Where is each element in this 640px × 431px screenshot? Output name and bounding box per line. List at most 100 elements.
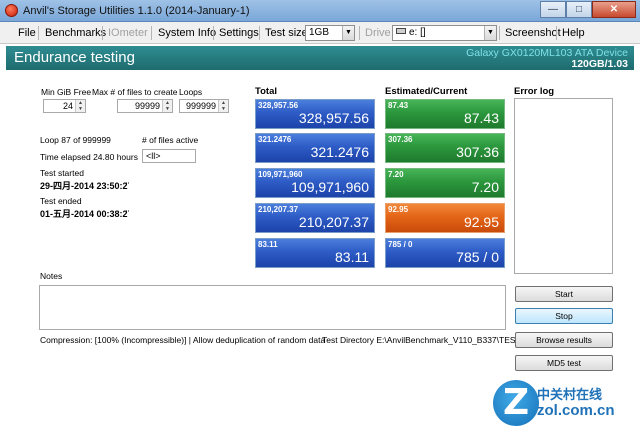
test-started-value: 29-四月-2014 23:50:2̈ (40, 181, 128, 191)
tile-small-value: 328,957.56 (258, 101, 299, 110)
min-free-stepper[interactable]: 24 ▲ ▼ (43, 99, 86, 113)
page-title: Endurance testing (14, 49, 135, 66)
error-log-header: Error log (514, 86, 555, 97)
loops-value: 999999 (185, 101, 216, 111)
drive-select[interactable]: e: [] ▼ (392, 25, 497, 41)
total-tile: 210,207.37 210,207.37 (255, 203, 375, 233)
tile-big-value: 87.43 (463, 110, 499, 126)
test-ended-value: 01-五月-2014 00:38:2̈ (40, 209, 128, 219)
max-files-stepper[interactable]: 99999 ▲ ▼ (117, 99, 173, 113)
tile-small-value: 83.11 (258, 240, 278, 249)
menu-separator (556, 26, 557, 40)
notes-label: Notes (40, 271, 63, 281)
tile-big-value: 83.11 (335, 249, 369, 265)
test-started-label: Test started (40, 168, 84, 178)
stop-button[interactable]: Stop (515, 308, 613, 324)
chevron-down-icon: ▼ (78, 106, 83, 112)
menu-separator (38, 26, 39, 40)
min-free-value: 24 (62, 101, 73, 111)
elapsed-time: Time elapsed 24.80 hours (40, 152, 138, 162)
browse-results-button[interactable]: Browse results (515, 332, 613, 348)
compression-info: Compression: [100% (Incompressible)] | A… (40, 335, 326, 345)
estimated-tile: 785 / 0 785 / 0 (385, 238, 505, 268)
total-column-header: Total (255, 86, 277, 97)
tile-big-value: 109,971,960 (291, 179, 369, 195)
notes-textarea[interactable] (39, 285, 506, 330)
app-icon (5, 4, 18, 17)
estimated-tile: 87.43 87.43 (385, 99, 505, 129)
chevron-down-icon: ▼ (165, 106, 170, 112)
menu-separator (259, 26, 260, 40)
estimated-column-header: Estimated/Current (385, 86, 468, 97)
tile-big-value: 307.36 (456, 144, 499, 160)
menu-file[interactable]: File (14, 25, 40, 41)
estimated-tile: 92.95 92.95 (385, 203, 505, 233)
tile-big-value: 92.95 (463, 214, 499, 230)
tile-big-value: 210,207.37 (298, 214, 369, 230)
test-ended-label: Test ended (40, 196, 82, 206)
watermark-cn: 中关村在线 (537, 387, 603, 402)
loops-stepper[interactable]: 999999 ▲ ▼ (179, 99, 229, 113)
loop-counter: Loop 87 of 999999 (40, 135, 111, 145)
menu-separator (359, 26, 360, 40)
start-button[interactable]: Start (515, 286, 613, 302)
menu-benchmarks[interactable]: Benchmarks (41, 25, 110, 41)
menu-settings[interactable]: Settings (215, 25, 263, 41)
tile-small-value: 210,207.37 (258, 205, 299, 214)
window-title: Anvil's Storage Utilities 1.1.0 (2014-Ja… (23, 5, 250, 17)
menu-help[interactable]: Help (558, 25, 589, 41)
total-tile: 83.11 83.11 (255, 238, 375, 268)
tile-big-value: 785 / 0 (456, 249, 499, 265)
md5-test-button[interactable]: MD5 test (515, 355, 613, 371)
total-tile: 321.2476 321.2476 (255, 133, 375, 163)
menu-iometer[interactable]: IOmeter (104, 25, 152, 41)
estimated-tile: 307.36 307.36 (385, 133, 505, 163)
watermark-url: zol.com.cn (537, 402, 615, 419)
device-capacity: 120GB/1.03 (571, 58, 628, 70)
tile-big-value: 321.2476 (310, 144, 369, 160)
stepper-buttons[interactable]: ▲ ▼ (218, 100, 228, 112)
menu-separator (499, 26, 500, 40)
tile-big-value: 7.20 (471, 179, 499, 195)
chevron-down-icon: ▼ (484, 26, 496, 40)
title-bar: Anvil's Storage Utilities 1.1.0 (2014-Ja… (0, 0, 640, 22)
estimated-tile: 7.20 7.20 (385, 168, 505, 198)
close-button[interactable]: ✕ (592, 1, 636, 18)
test-size-select[interactable]: 1GB ▼ (305, 25, 355, 41)
test-size-value: 1GB (309, 27, 330, 38)
total-tile: 109,971,960 109,971,960 (255, 168, 375, 198)
tile-big-value: 328,957.56 (298, 110, 369, 126)
tile-small-value: 321.2476 (258, 135, 292, 144)
test-directory: Test Directory E:\AnvilBenchmark_V110_B3… (322, 335, 521, 345)
watermark: Z 中关村在线 zol.com.cn (493, 380, 638, 428)
total-tile: 328,957.56 328,957.56 (255, 99, 375, 129)
chevron-down-icon: ▼ (221, 106, 226, 112)
error-log-box[interactable] (514, 98, 613, 274)
minimize-button[interactable]: — (540, 1, 566, 18)
chevron-down-icon: ▼ (342, 26, 354, 40)
zol-logo-icon: Z (493, 380, 539, 426)
drive-label: Drive (365, 27, 391, 39)
files-active-field: <ll> (142, 149, 196, 163)
stepper-buttons[interactable]: ▲ ▼ (75, 100, 85, 112)
tile-small-value: 109,971,960 (258, 170, 303, 179)
stepper-buttons[interactable]: ▲ ▼ (162, 100, 172, 112)
maximize-button[interactable]: □ (566, 1, 592, 18)
window-controls: — □ ✕ (540, 1, 636, 18)
files-active-value: <ll> (146, 151, 161, 161)
menu-separator (102, 26, 103, 40)
menu-bar: File Benchmarks IOmeter System Info Sett… (0, 22, 640, 44)
tile-small-value: 307.36 (388, 135, 413, 144)
menu-system-info[interactable]: System Info (154, 25, 220, 41)
tile-small-value: 87.43 (388, 101, 409, 110)
max-files-value: 99999 (134, 101, 160, 111)
min-free-label: Min GiB Free (41, 87, 92, 97)
tile-small-value: 92.95 (388, 205, 409, 214)
menu-separator (213, 26, 214, 40)
menu-separator (151, 26, 152, 40)
drive-value: e: [] (409, 27, 426, 38)
max-files-label: Max # of files to create (92, 87, 178, 97)
loops-label: Loops (179, 87, 203, 97)
test-header: Endurance testing Galaxy GX0120ML103 ATA… (6, 46, 634, 70)
drive-icon (396, 28, 406, 34)
